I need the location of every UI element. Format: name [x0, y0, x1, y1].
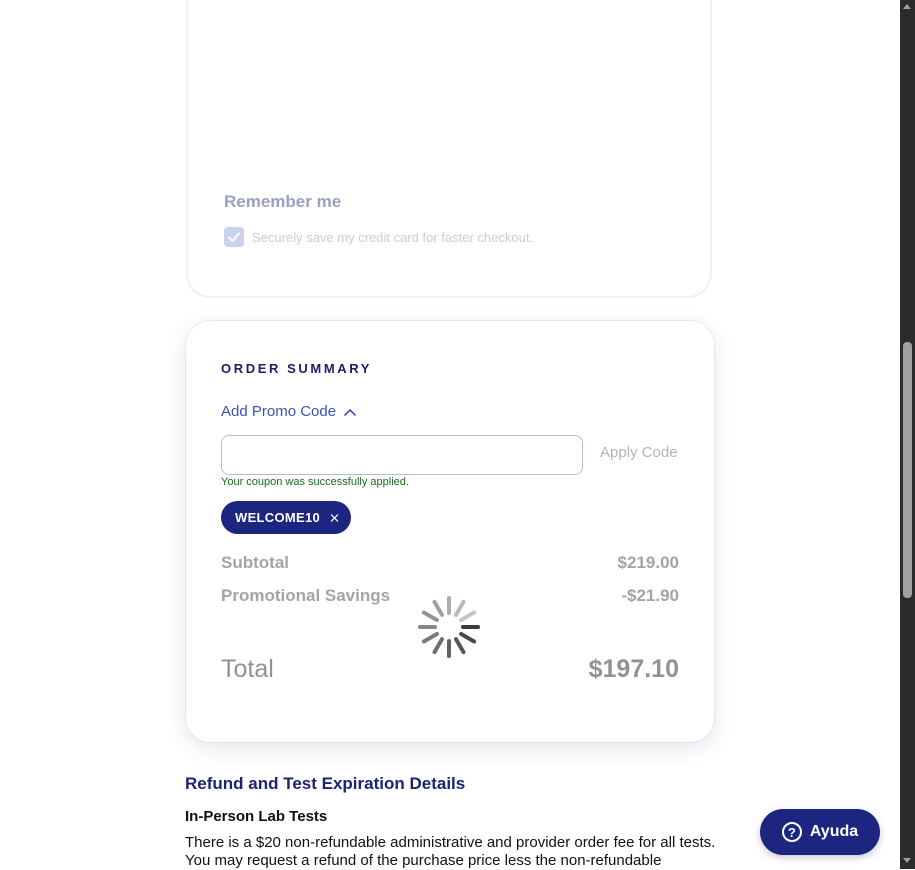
order-summary-title: ORDER SUMMARY	[221, 361, 373, 376]
spinner-spoke	[454, 637, 466, 655]
refund-subtitle: In-Person Lab Tests	[185, 808, 328, 825]
savings-value: -$21.90	[621, 586, 679, 605]
help-button[interactable]: ? Ayuda	[760, 809, 880, 855]
spinner-spoke	[421, 610, 439, 622]
page-scrollbar[interactable]	[900, 0, 915, 869]
scroll-thumb[interactable]	[903, 342, 912, 598]
order-summary-card: ORDER SUMMARY Add Promo Code Apply Code …	[186, 321, 714, 742]
question-icon: ?	[781, 822, 802, 842]
close-icon[interactable]	[330, 511, 339, 525]
applied-coupon-chip: WELCOME10	[221, 501, 351, 534]
scroll-up-arrow-icon[interactable]	[903, 4, 911, 9]
total-label: Total	[221, 655, 274, 683]
subtotal-row: Subtotal $219.00	[221, 553, 679, 573]
total-value: $197.10	[588, 655, 679, 683]
promo-code-input[interactable]	[221, 435, 583, 475]
spinner-spoke	[459, 610, 477, 622]
remember-me-checkbox[interactable]	[224, 227, 244, 247]
spinner-spoke	[432, 599, 444, 617]
apply-code-button[interactable]: Apply Code	[600, 444, 678, 461]
payment-card: Remember me Securely save my credit card…	[186, 0, 712, 298]
spinner-spoke	[421, 632, 439, 644]
refund-text: There is a $20 non-refundable administra…	[185, 834, 716, 869]
remember-me-row[interactable]: Securely save my credit card for faster …	[224, 227, 533, 247]
checkout-page: Remember me Securely save my credit card…	[0, 0, 900, 869]
subtotal-value: $219.00	[617, 553, 679, 572]
savings-label: Promotional Savings	[221, 586, 391, 605]
add-promo-code-toggle[interactable]: Add Promo Code	[221, 403, 356, 420]
chevron-up-icon	[344, 408, 356, 416]
coupon-success-message: Your coupon was successfully applied.	[221, 476, 409, 488]
refund-section-title: Refund and Test Expiration Details	[185, 774, 466, 793]
spinner-spoke	[454, 599, 466, 617]
loading-spinner-icon	[418, 596, 480, 658]
help-button-label: Ayuda	[809, 823, 859, 840]
scroll-down-arrow-icon[interactable]	[903, 858, 911, 863]
promo-toggle-label: Add Promo Code	[221, 403, 337, 420]
coupon-code-label: WELCOME10	[235, 510, 321, 525]
subtotal-label: Subtotal	[221, 553, 289, 572]
spinner-spoke	[459, 632, 477, 644]
remember-me-title: Remember me	[224, 192, 342, 211]
total-row: Total $197.10	[221, 655, 679, 684]
checkmark-icon	[228, 232, 240, 242]
remember-me-label: Securely save my credit card for faster …	[252, 229, 534, 245]
spinner-spoke	[432, 637, 444, 655]
